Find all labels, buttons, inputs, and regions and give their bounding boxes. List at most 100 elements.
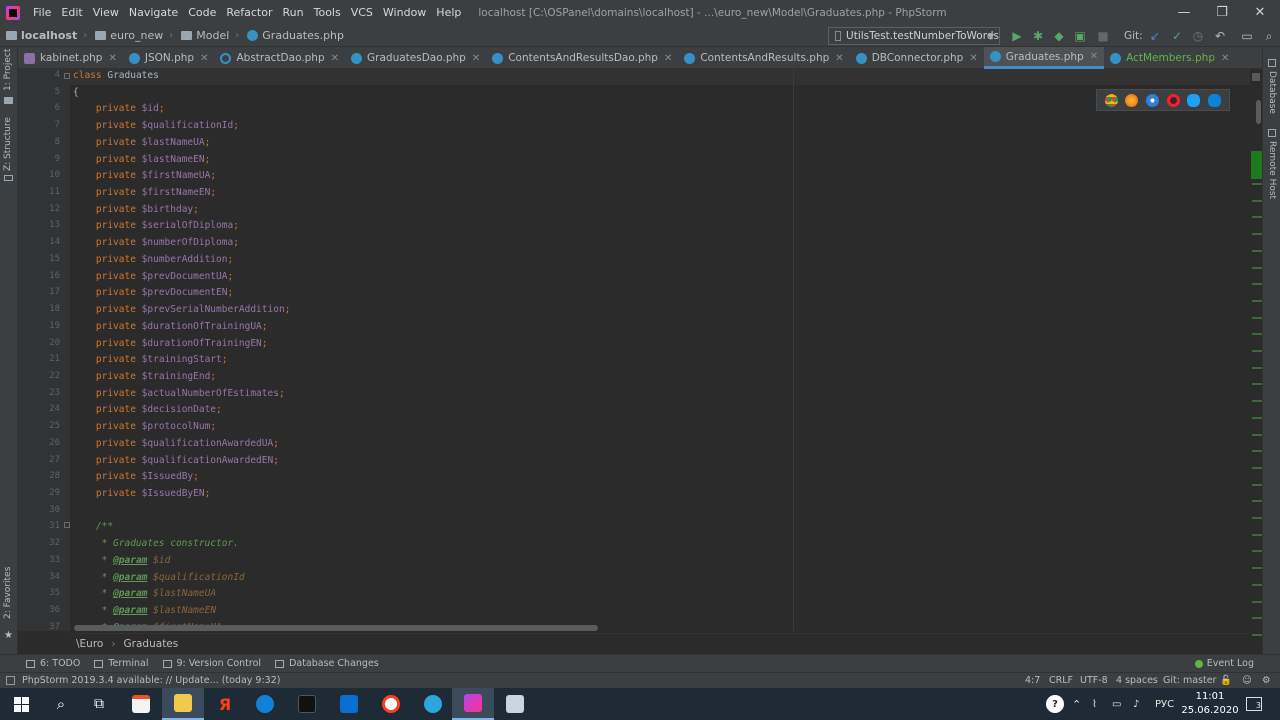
close-tab-icon[interactable]: ✕ <box>664 53 672 64</box>
change-stripe-mark[interactable] <box>1252 466 1262 469</box>
breadcrumb-project[interactable]: localhost <box>0 29 77 42</box>
inspection-status-icon[interactable] <box>1252 73 1260 81</box>
menu-navigate[interactable]: Navigate <box>124 0 183 25</box>
vertical-scrollbar[interactable] <box>1256 100 1261 124</box>
tool-window-todo[interactable]: 6: TODO <box>26 658 80 669</box>
menu-code[interactable]: Code <box>183 0 221 25</box>
change-stripe-mark[interactable] <box>1252 533 1262 536</box>
menu-refactor[interactable]: Refactor <box>221 0 277 25</box>
coverage-icon[interactable]: ◆ <box>1052 29 1066 43</box>
language-indicator[interactable]: РУС <box>1155 688 1174 720</box>
favorites-tool-tab[interactable]: 2: Favorites <box>3 567 13 619</box>
change-stripe-mark[interactable] <box>1252 450 1262 453</box>
change-stripe-mark[interactable] <box>1252 366 1262 369</box>
remote-host-tool-tab[interactable]: Remote Host <box>1267 141 1277 199</box>
store-button[interactable] <box>120 688 162 720</box>
stop-icon[interactable]: ■ <box>1096 29 1110 43</box>
lock-icon[interactable]: 🔓 <box>1220 675 1232 686</box>
change-stripe-mark[interactable] <box>1252 433 1262 436</box>
tool-window-vcs[interactable]: 9: Version Control <box>162 658 261 669</box>
tab-graduatesdao[interactable]: GraduatesDao.php ✕ <box>345 47 486 69</box>
namespace-crumb[interactable]: \Euro <box>76 638 103 650</box>
change-stripe-mark[interactable] <box>1252 483 1262 486</box>
app-button[interactable] <box>494 688 536 720</box>
clock[interactable]: 11:01 25.06.2020 <box>1180 690 1240 718</box>
window-layout-icon[interactable]: ▭ <box>1240 29 1254 43</box>
project-tool-tab[interactable]: 1: Project <box>3 49 13 91</box>
tool-window-terminal[interactable]: Terminal <box>94 658 149 669</box>
yandex-button[interactable]: Я <box>204 688 246 720</box>
change-stripe-mark[interactable] <box>1252 400 1262 403</box>
toggle-tool-windows-icon[interactable] <box>6 676 15 685</box>
git-update-icon[interactable]: ↙ <box>1148 29 1162 43</box>
change-stripe-mark[interactable] <box>1252 233 1262 236</box>
chrome-icon[interactable] <box>1104 93 1118 107</box>
change-stripe-mark[interactable] <box>1252 567 1262 570</box>
phpstorm-taskbar-button[interactable] <box>452 688 494 720</box>
status-message[interactable]: PhpStorm 2019.3.4 available: // Update..… <box>22 675 280 686</box>
inspector-icon[interactable]: ☺ <box>1242 675 1252 686</box>
menu-edit[interactable]: Edit <box>56 0 87 25</box>
menu-run[interactable]: Run <box>278 0 309 25</box>
change-stripe-mark[interactable] <box>1252 249 1262 252</box>
tab-actmembers[interactable]: ActMembers.php ✕ <box>1104 47 1235 69</box>
code-editor[interactable]: class Graduates { private $id; private $q… <box>70 69 1250 631</box>
edge-icon[interactable] <box>1208 93 1222 107</box>
notifications-icon[interactable]: 3 <box>1246 688 1262 720</box>
close-tab-icon[interactable]: ✕ <box>1090 51 1098 62</box>
search-everywhere-icon[interactable]: ⌕ <box>1262 29 1276 43</box>
git-commit-icon[interactable]: ✓ <box>1170 29 1184 43</box>
event-log-button[interactable]: Event Log <box>1194 658 1254 669</box>
memory-icon[interactable]: ⚙ <box>1262 675 1271 686</box>
class-crumb[interactable]: Graduates <box>124 638 179 650</box>
tab-kabinet[interactable]: kabinet.php ✕ <box>18 47 123 69</box>
change-stripe-mark[interactable] <box>1252 266 1262 269</box>
change-stripe-mark[interactable] <box>1252 500 1262 503</box>
opera-icon[interactable] <box>1166 93 1180 107</box>
internet-explorer-icon[interactable] <box>1187 93 1201 107</box>
start-button[interactable] <box>0 688 42 720</box>
tool-window-database-changes[interactable]: Database Changes <box>275 658 379 669</box>
change-stripe-mark[interactable] <box>1252 283 1262 286</box>
close-tab-icon[interactable]: ✕ <box>472 53 480 64</box>
change-stripe-mark[interactable] <box>1252 216 1262 219</box>
rollback-icon[interactable]: ↶ <box>1213 29 1227 43</box>
change-stripe-mark[interactable] <box>1252 550 1262 553</box>
change-stripe-mark[interactable] <box>1252 383 1262 386</box>
close-tab-icon[interactable]: ✕ <box>331 53 339 64</box>
change-stripe-mark[interactable] <box>1252 583 1262 586</box>
maximize-button[interactable]: ❐ <box>1202 0 1242 25</box>
breadcrumb-file[interactable]: Graduates.php <box>241 29 344 42</box>
battery-icon[interactable]: ▭ <box>1112 688 1121 720</box>
menu-window[interactable]: Window <box>378 0 431 25</box>
run-configuration-dropdown[interactable]: UtilsTest.testNumberToWords ▼ <box>828 27 1000 45</box>
close-tab-icon[interactable]: ✕ <box>835 53 843 64</box>
change-stripe-mark[interactable] <box>1252 600 1262 603</box>
indent-setting[interactable]: 4 spaces <box>1116 675 1158 686</box>
chevron-up-icon[interactable]: ⌃ <box>1072 688 1081 720</box>
tab-contentsandresults[interactable]: ContentsAndResults.php ✕ <box>678 47 849 69</box>
telegram-button[interactable] <box>412 688 454 720</box>
menu-vcs[interactable]: VCS <box>346 0 378 25</box>
breadcrumb-euro-new[interactable]: euro_new <box>89 29 163 42</box>
change-stripe-mark[interactable] <box>1252 617 1262 620</box>
search-icon[interactable]: ⌕ <box>40 688 82 720</box>
menu-file[interactable]: File <box>28 0 56 25</box>
change-stripe-mark[interactable] <box>1252 633 1262 636</box>
network-icon[interactable]: ⌇ <box>1092 688 1097 720</box>
change-stripe-mark[interactable] <box>1252 416 1262 419</box>
help-icon[interactable]: ? <box>1046 688 1064 720</box>
tab-contentsandresultsdao[interactable]: ContentsAndResultsDao.php ✕ <box>486 47 678 69</box>
close-tab-icon[interactable]: ✕ <box>108 53 116 64</box>
menu-help[interactable]: Help <box>431 0 466 25</box>
close-tab-icon[interactable]: ✕ <box>1221 53 1229 64</box>
change-stripe-mark[interactable] <box>1252 316 1262 319</box>
tab-dbconnector[interactable]: DBConnector.php ✕ <box>850 47 984 69</box>
file-encoding[interactable]: UTF-8 <box>1080 675 1108 686</box>
git-branch[interactable]: Git: master <box>1163 675 1216 686</box>
tab-graduates[interactable]: Graduates.php ✕ <box>983 47 1105 69</box>
structure-tool-tab[interactable]: Z: Structure <box>3 117 13 171</box>
volume-icon[interactable]: ♪ <box>1133 688 1139 720</box>
run-icon[interactable]: ▶ <box>1010 29 1024 43</box>
tab-abstractdao[interactable]: AbstractDao.php ✕ <box>214 47 345 69</box>
